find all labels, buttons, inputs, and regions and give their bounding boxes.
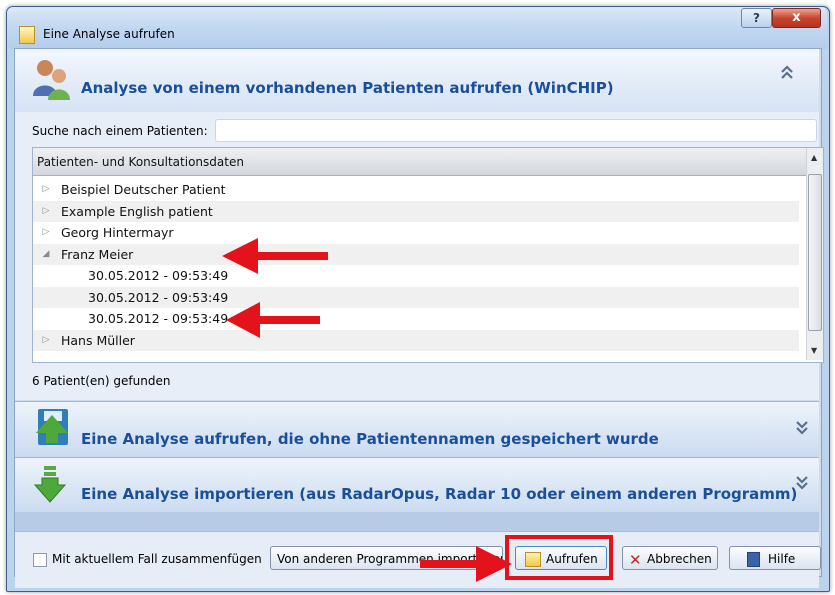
search-label: Suche nach einem Patienten: — [32, 124, 208, 138]
tree-consultation-row[interactable]: 30.05.2012 - 09:53:49 — [33, 308, 799, 329]
import-arrow-icon — [34, 466, 66, 503]
titlebar-close-button[interactable]: x — [772, 8, 821, 28]
tree-patient-row[interactable]: ▷ Hans Müller — [33, 329, 799, 351]
search-input[interactable] — [215, 119, 817, 142]
tree-row-label: Example English patient — [61, 203, 213, 219]
tree-row-label: 30.05.2012 - 09:53:49 — [88, 268, 229, 283]
cancel-x-icon: ✕ — [629, 551, 642, 569]
tree-row-label: Georg Hintermayr — [61, 225, 174, 240]
help-button-label: Hilfe — [768, 552, 796, 566]
window-icon — [19, 26, 35, 44]
tree-row-label: Franz Meier — [61, 246, 134, 262]
tree-patient-row[interactable]: ▷ Example English patient — [33, 200, 799, 222]
expanded-triangle-icon[interactable]: ◢ — [39, 244, 53, 265]
collapsed-triangle-icon[interactable]: ▷ — [39, 330, 53, 351]
tree-row-label: Hans Müller — [61, 332, 135, 348]
annotation-highlight-box — [505, 535, 613, 580]
collapsed-triangle-icon[interactable]: ▷ — [39, 179, 53, 200]
tree-row-label: 30.05.2012 - 09:53:49 — [88, 311, 229, 326]
tree-patient-row[interactable]: ▷ Beispiel Deutscher Patient — [33, 179, 799, 200]
cancel-button[interactable]: ✕ Abbrechen — [622, 546, 718, 570]
scroll-up-icon[interactable]: ▲ — [811, 153, 817, 162]
tree-row-label: 30.05.2012 - 09:53:49 — [88, 289, 229, 305]
annotation-arrow-open — [420, 546, 512, 582]
section-divider — [15, 512, 819, 531]
tree-consultation-row[interactable]: 30.05.2012 - 09:53:49 — [33, 265, 799, 286]
tree-scroll-thumb[interactable] — [808, 174, 822, 331]
collapsed-triangle-icon[interactable]: ▷ — [39, 201, 53, 222]
window-title: Eine Analyse aufrufen — [43, 27, 175, 41]
tree-patient-row[interactable]: ◢ Franz Meier — [33, 243, 799, 265]
patients-found-count: 6 Patient(en) gefunden — [32, 374, 171, 388]
titlebar-help-button[interactable]: ? — [741, 8, 772, 28]
section-unnamed-title: Eine Analyse aufrufen, die ohne Patiente… — [81, 430, 659, 448]
collapsed-triangle-icon[interactable]: ▷ — [39, 222, 53, 243]
merge-checkbox-label: Mit aktuellem Fall zusammenfügen — [52, 552, 262, 566]
section-existing-title: Analyse von einem vorhandenen Patienten … — [81, 79, 614, 97]
tree-column-header-label: Patienten- und Konsultationsdaten — [37, 155, 244, 169]
tree-row-label: Beispiel Deutscher Patient — [61, 182, 226, 197]
collapse-chevron-icon[interactable] — [780, 64, 794, 82]
cancel-button-label: Abbrechen — [647, 552, 712, 566]
help-button[interactable]: Hilfe — [729, 546, 821, 570]
people-icon — [33, 60, 70, 100]
merge-checkbox[interactable] — [33, 553, 47, 567]
scroll-down-icon[interactable]: ▼ — [811, 346, 817, 355]
help-book-icon — [747, 552, 760, 567]
save-disk-icon — [36, 409, 68, 445]
expand-chevron-icon[interactable] — [795, 473, 809, 491]
expand-chevron-icon[interactable] — [795, 418, 809, 436]
section-import-title: Eine Analyse importieren (aus RadarOpus,… — [81, 485, 798, 503]
tree-consultation-row[interactable]: 30.05.2012 - 09:53:49 — [33, 286, 799, 308]
tree-patient-row[interactable]: ▷ Georg Hintermayr — [33, 222, 799, 243]
section-unnamed-header[interactable] — [15, 401, 819, 457]
annotation-arrow-date — [226, 302, 320, 338]
annotation-arrow-franz — [222, 238, 328, 274]
